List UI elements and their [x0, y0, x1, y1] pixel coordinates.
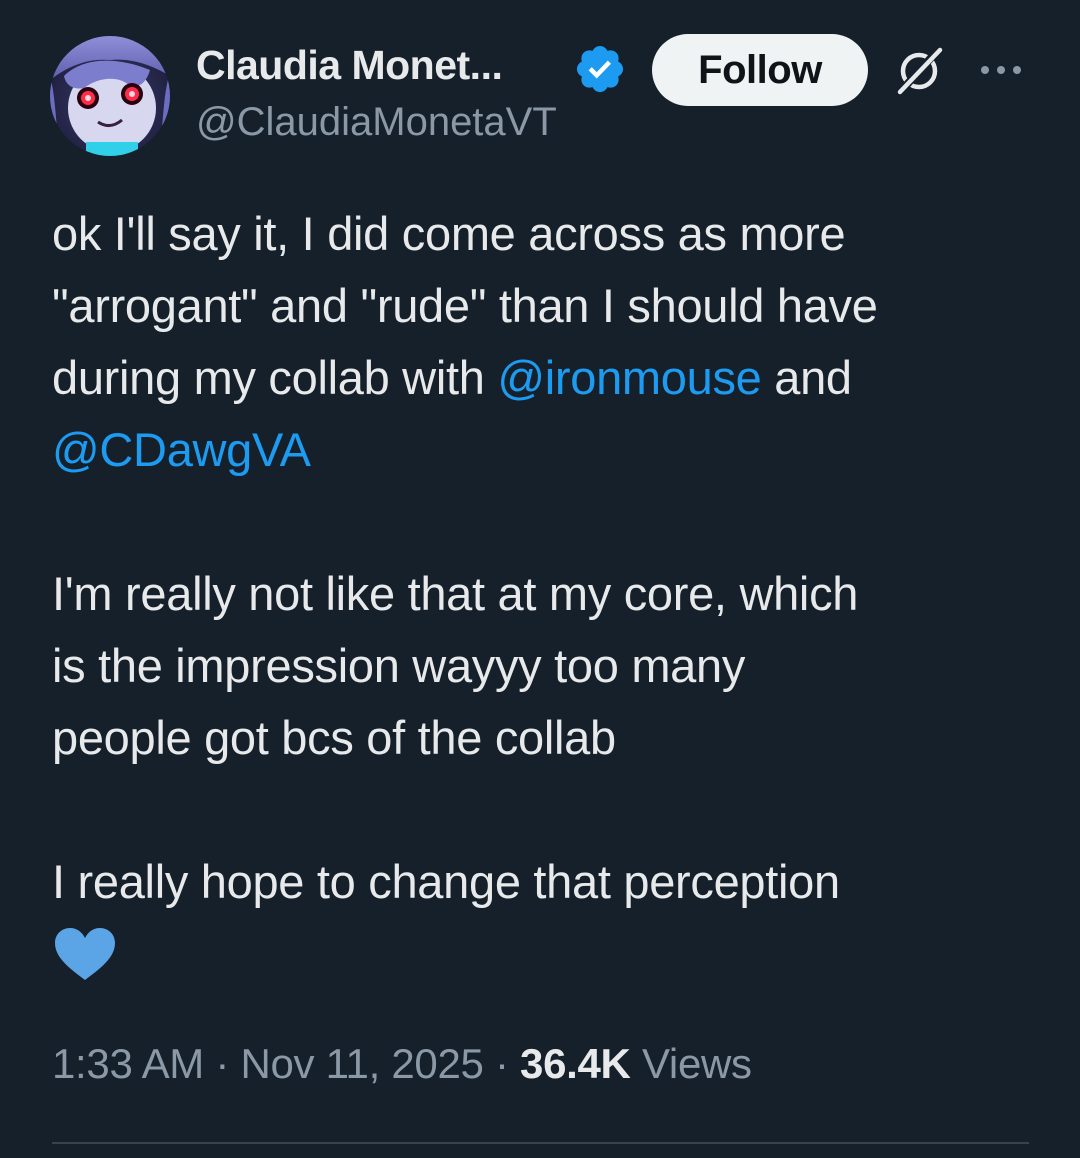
views-count[interactable]: 36.4K — [520, 1040, 631, 1087]
follow-button[interactable]: Follow — [652, 34, 868, 106]
meta-separator: · — [204, 1040, 241, 1087]
tweet-time[interactable]: 1:33 AM — [52, 1040, 204, 1087]
avatar-image — [50, 36, 170, 156]
views-label: Views — [630, 1040, 752, 1087]
more-options-icon[interactable] — [976, 58, 1026, 82]
mention-link-ironmouse[interactable]: @ironmouse — [497, 351, 761, 404]
tweet-line: I really hope to change that perception — [52, 855, 840, 908]
blue-heart-icon — [55, 928, 115, 980]
author-handle[interactable]: @ClaudiaMonetaVT — [196, 100, 557, 145]
tweet-line: @CDawgVA — [52, 414, 1052, 486]
tweet-line: "arrogant" and "rude" than I should have — [52, 279, 878, 332]
divider — [52, 1142, 1029, 1144]
meta-separator: · — [483, 1040, 521, 1087]
tweet-line: during my collab with @ironmouse and — [52, 342, 1052, 414]
avatar[interactable] — [50, 36, 170, 156]
tweet-line — [52, 918, 1052, 990]
tweet-date[interactable]: Nov 11, 2025 — [240, 1040, 483, 1087]
grok-icon[interactable] — [892, 44, 946, 98]
tweet-text-segment: and — [761, 351, 852, 404]
tweet-line: is the impression wayyy too many — [52, 639, 746, 692]
tweet-text-segment: during my collab with — [52, 351, 498, 404]
mention-link-cdawgva[interactable]: @CDawgVA — [52, 423, 311, 476]
tweet-text: ok I'll say it, I did come across as mor… — [52, 198, 1052, 990]
tweet-line: people got bcs of the collab — [52, 711, 616, 764]
tweet-meta: 1:33 AM · Nov 11, 2025 · 36.4K Views — [52, 1040, 752, 1088]
tweet-line: I'm really not like that at my core, whi… — [52, 567, 859, 620]
tweet-line: ok I'll say it, I did come across as mor… — [52, 207, 846, 260]
author-display-name[interactable]: Claudia Monet... — [196, 42, 503, 89]
verified-badge-icon — [576, 45, 624, 93]
